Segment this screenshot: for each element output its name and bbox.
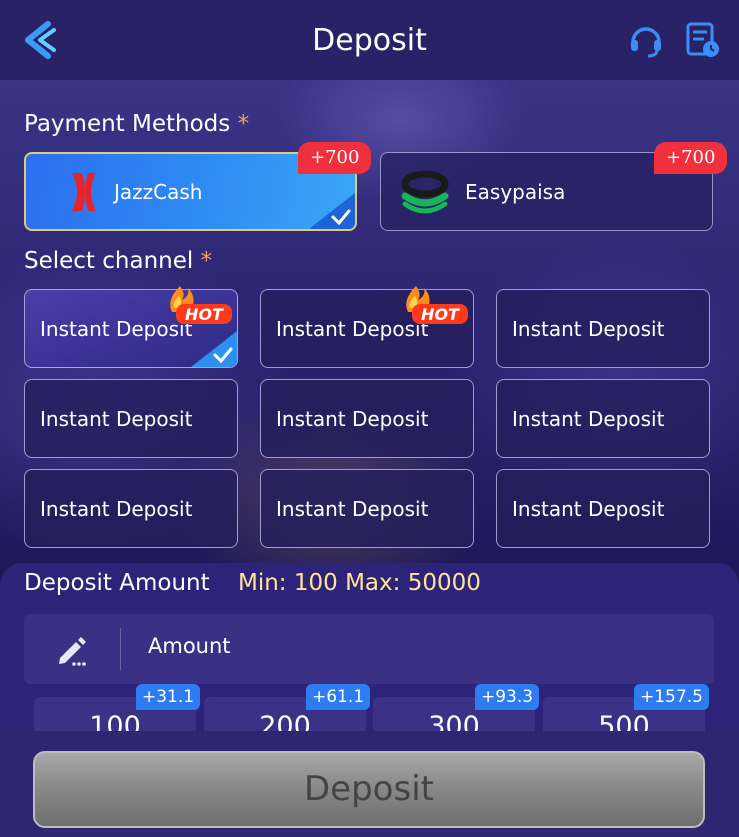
amount-placeholder: Amount [148, 634, 231, 658]
deposit-amount-title: Deposit Amount [24, 570, 210, 596]
preset-bonus-badge: +61.1 [306, 684, 371, 710]
hot-badge: HOT [170, 286, 232, 324]
records-button[interactable] [682, 20, 722, 60]
records-icon [686, 22, 719, 57]
payment-methods-label: Payment Methods * [24, 111, 250, 137]
channel-option-7[interactable]: Instant Deposit [24, 469, 238, 548]
channel-option-5[interactable]: Instant Deposit [260, 379, 474, 458]
channel-option-4[interactable]: Instant Deposit [24, 379, 238, 458]
channel-option-8[interactable]: Instant Deposit [260, 469, 474, 548]
pencil-icon [59, 637, 86, 666]
amount-input[interactable]: Amount [24, 614, 714, 684]
channel-option-3[interactable]: Instant Deposit [496, 289, 710, 368]
page-title: Deposit [312, 22, 427, 58]
jazzcash-logo-icon [39, 170, 96, 213]
selected-check-icon [309, 193, 355, 229]
hot-badge: HOT [406, 286, 468, 324]
easypaisa-logo-icon [401, 170, 449, 213]
back-button[interactable] [18, 18, 62, 62]
select-channel-label: Select channel * [24, 248, 213, 274]
min-max-label: Min: 100 Max: 50000 [238, 570, 481, 596]
top-bar: Deposit [0, 0, 739, 80]
preset-bonus-badge: +93.3 [475, 684, 540, 710]
channel-option-9[interactable]: Instant Deposit [496, 469, 710, 548]
easypaisa-bonus-badge: +700 [654, 142, 728, 174]
svg-text:HOT: HOT [421, 305, 460, 324]
jazzcash-bonus-badge: +700 [298, 142, 372, 174]
deposit-button[interactable]: Deposit [33, 751, 705, 828]
headset-icon [631, 27, 661, 58]
selected-check-icon [191, 331, 237, 367]
preset-bonus-badge: +157.5 [634, 684, 709, 710]
preset-bonus-badge: +31.1 [136, 684, 201, 710]
channel-option-6[interactable]: Instant Deposit [496, 379, 710, 458]
input-divider [120, 628, 121, 670]
back-chevron-icon [25, 21, 56, 59]
svg-text:HOT: HOT [185, 305, 224, 324]
support-button[interactable] [626, 20, 666, 60]
